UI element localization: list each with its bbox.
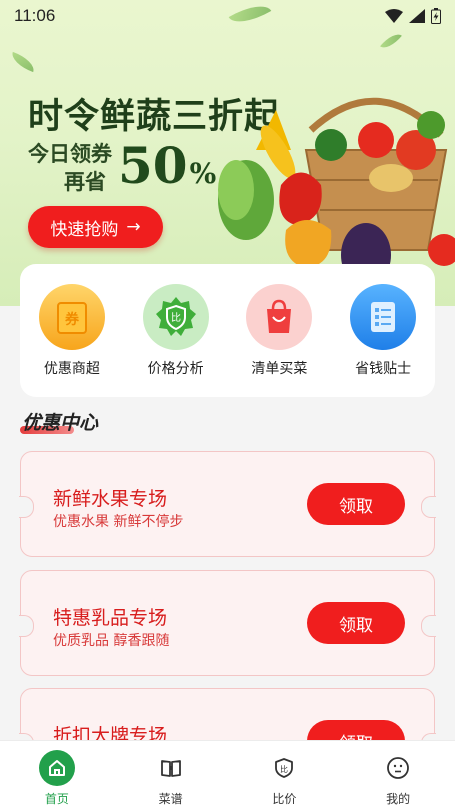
- shield-badge-icon: 比: [142, 284, 209, 350]
- discount-value: 50%: [118, 136, 217, 195]
- signal-icon: [409, 9, 425, 23]
- status-icons: [385, 8, 441, 24]
- menu-label: 价格分析: [147, 361, 204, 377]
- nav-tab-home[interactable]: 首页: [0, 741, 114, 809]
- quick-buy-button[interactable]: 快速抢购 →: [28, 206, 163, 248]
- coupon-card: 新鲜水果专场 优惠水果 新鲜不停步 领取: [19, 451, 436, 557]
- svg-text:比: 比: [280, 764, 288, 774]
- leaf-decoration: [8, 51, 38, 73]
- section-title: 优惠中心: [22, 412, 99, 434]
- nav-tab-recipes[interactable]: 菜谱: [114, 741, 228, 809]
- svg-text:券: 券: [65, 311, 80, 328]
- nav-tab-compare[interactable]: 比 比价: [228, 741, 342, 809]
- coupon-subtitle: 优惠水果 新鲜不停步: [53, 514, 184, 530]
- claim-button[interactable]: 领取: [307, 602, 405, 644]
- menu-label: 清单买菜: [251, 361, 308, 377]
- battery-icon: [431, 8, 441, 24]
- quick-menu: 券 优惠商超 比 价格分析 清单买菜 省钱贴士: [20, 264, 435, 397]
- nav-label: 菜谱: [158, 792, 183, 806]
- coupon-title: 新鲜水果专场: [53, 488, 168, 510]
- profile-face-icon: [380, 750, 416, 786]
- shopping-bag-icon: [246, 284, 313, 350]
- menu-item-list-shopping[interactable]: 清单买菜: [234, 284, 324, 378]
- status-time: 11:06: [14, 6, 56, 25]
- menu-item-saving-tips[interactable]: 省钱贴士: [338, 284, 428, 378]
- nav-tab-profile[interactable]: 我的: [341, 741, 455, 809]
- nav-label: 我的: [386, 792, 411, 806]
- status-bar: 11:06: [0, 0, 455, 32]
- promo-banner[interactable]: 11:06 时令鲜蔬三折起 今日领券 再省 50% 快速抢购 →: [0, 0, 455, 306]
- nav-label: 首页: [44, 792, 69, 806]
- banner-line-1: 今日领券: [28, 141, 112, 166]
- quick-buy-label: 快速抢购: [50, 219, 119, 240]
- recipe-book-icon: [153, 750, 189, 786]
- bottom-navigation: 首页 菜谱 比 比价 我的: [0, 740, 455, 809]
- coupon-subtitle: 优质乳品 醇香跟随: [53, 633, 170, 649]
- arrow-right-icon: →: [126, 217, 141, 237]
- checklist-icon: [350, 284, 417, 350]
- coupon-title: 特惠乳品专场: [53, 607, 168, 629]
- nav-label: 比价: [272, 792, 297, 806]
- svg-text:比: 比: [171, 312, 181, 324]
- coupon-card: 特惠乳品专场 优质乳品 醇香跟随 领取: [19, 570, 436, 676]
- claim-button[interactable]: 领取: [307, 483, 405, 525]
- menu-label: 省钱贴士: [355, 361, 412, 377]
- price-compare-icon: 比: [266, 750, 302, 786]
- home-icon: [38, 750, 75, 786]
- menu-item-discount-supermarket[interactable]: 券 优惠商超: [27, 284, 117, 378]
- app-screen: 11:06 时令鲜蔬三折起 今日领券 再省 50% 快速抢购 → 券 优惠商超 …: [0, 0, 455, 809]
- menu-label: 优惠商超: [43, 361, 100, 377]
- banner-line-2: 再省: [64, 169, 106, 194]
- vegetable-basket-image: [218, 97, 455, 280]
- leaf-decoration: [380, 29, 402, 53]
- wifi-icon: [385, 9, 403, 23]
- ticket-icon: 券: [38, 284, 105, 350]
- menu-item-price-analysis[interactable]: 比 价格分析: [131, 284, 221, 378]
